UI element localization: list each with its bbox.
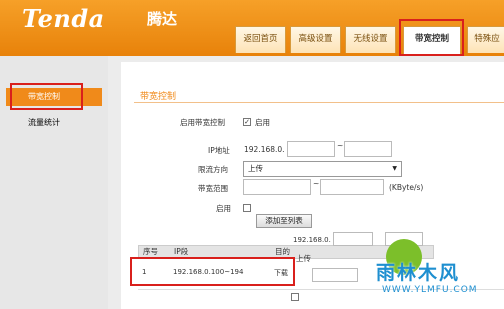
range-max-input[interactable] [320, 179, 384, 195]
header-bar: Tenda 腾达 返回首页 高级设置 无线设置 带宽控制 特殊应 [0, 0, 504, 56]
overlay-ip-end-input[interactable] [385, 232, 423, 246]
overlay-ip-start-input[interactable] [333, 232, 373, 246]
enable-bandwidth-label: 启用带宽控制 [180, 118, 225, 127]
bandwidth-range-label: 带宽范围 [198, 184, 228, 193]
range-min-input[interactable] [243, 179, 311, 195]
row-ip-range: 192.168.0.100~194 [173, 268, 244, 276]
tab-special[interactable]: 特殊应 [467, 26, 504, 53]
tab-wireless[interactable]: 无线设置 [345, 26, 396, 53]
enable-row-checkbox[interactable] [243, 204, 251, 212]
direction-select-value: 上传 [248, 164, 263, 173]
tab-home[interactable]: 返回首页 [235, 26, 286, 53]
overlay-ip-prefix: 192.168.0. [293, 236, 331, 244]
ip-address-label: IP地址 [208, 146, 230, 155]
ip-start-input[interactable] [287, 141, 335, 157]
tenda-logo-cn: 腾达 [147, 10, 178, 28]
ip-separator: ~ [337, 141, 344, 150]
range-unit: (KByte/s) [389, 183, 424, 192]
table-header: 序号 IP段 目的 [138, 245, 434, 259]
section-title: 带宽控制 [140, 92, 177, 102]
tab-advanced[interactable]: 高级设置 [290, 26, 341, 53]
col-header-index: 序号 [143, 247, 158, 256]
sidebar: 带宽控制 流量统计 [0, 56, 108, 309]
enable-bandwidth-checkbox[interactable]: ✓ [243, 118, 251, 126]
row-direction: 下载 [274, 269, 288, 277]
section-divider [134, 102, 504, 103]
overlay-checkbox[interactable] [291, 293, 299, 301]
row-index: 1 [142, 268, 147, 276]
col-header-direction: 目的 [275, 247, 290, 256]
chevron-down-icon: ▼ [392, 165, 397, 172]
direction-label: 限流方向 [198, 165, 228, 174]
col-header-ip-range: IP段 [174, 247, 189, 256]
sidebar-item-bandwidth-control[interactable]: 带宽控制 [6, 88, 102, 106]
sidebar-item-traffic-stats[interactable]: 流量统计 [6, 114, 102, 132]
tab-bandwidth-control[interactable]: 带宽控制 [403, 26, 461, 56]
add-to-list-button[interactable]: 添加至列表 [256, 214, 312, 228]
range-separator: ~ [313, 179, 320, 188]
ip-prefix: 192.168.0. [244, 145, 285, 154]
overlay-direction-value: 上传 [296, 254, 311, 263]
ip-end-input[interactable] [344, 141, 392, 157]
overlay-range-input[interactable] [312, 268, 358, 282]
enable-checkbox-label: 启用 [255, 118, 270, 127]
enable-row-label: 启用 [216, 204, 231, 213]
direction-select[interactable]: 上传 ▼ [243, 161, 402, 177]
tenda-logo: Tenda [22, 4, 105, 33]
